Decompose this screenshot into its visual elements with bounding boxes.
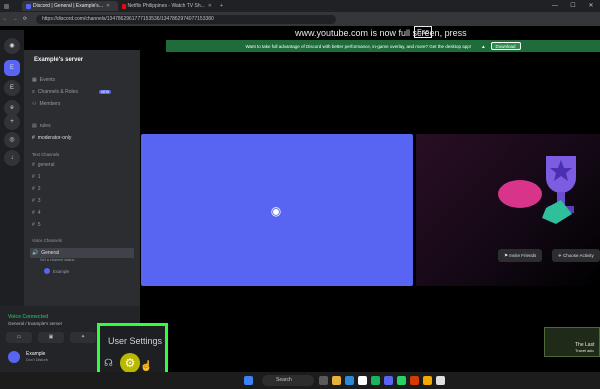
hash-icon: #: [32, 174, 35, 180]
app-icon[interactable]: [410, 376, 419, 385]
back-icon[interactable]: ←: [0, 16, 10, 22]
explore-icon[interactable]: ◎: [4, 132, 20, 148]
tab-controls[interactable]: [0, 1, 22, 11]
voice-user[interactable]: Example: [44, 268, 69, 274]
calendar-icon: ▦: [32, 77, 37, 83]
voice-channel-general[interactable]: 🔊 General: [30, 248, 134, 258]
tab-label: Discord | General | Example's...: [33, 3, 103, 9]
task-view-icon[interactable]: [319, 376, 328, 385]
url-field[interactable]: https://discord.com/channels/13478629617…: [36, 14, 336, 24]
hash-icon: #: [32, 162, 35, 168]
window-controls: — ☐ ✕: [546, 0, 600, 12]
tab-label: Netflix Philippines - Watch TV Sh...: [127, 3, 205, 9]
sidebar-item-events[interactable]: ▦ Events: [32, 77, 55, 83]
text-channels-category[interactable]: Text Channels: [32, 152, 59, 157]
chrome-icon[interactable]: [358, 376, 367, 385]
hash-icon: #: [32, 186, 35, 192]
file-explorer-icon[interactable]: [332, 376, 341, 385]
server-name[interactable]: Example's server: [34, 57, 83, 63]
activity-icon[interactable]: ✦: [70, 332, 96, 343]
sidebar-item-channels-roles[interactable]: ≡ Channels & Roles NEW: [32, 89, 112, 95]
members-icon: ⚇: [32, 101, 37, 107]
discord-favicon-icon: [26, 3, 31, 9]
channel-rules[interactable]: ▤ rules: [32, 123, 51, 129]
tab-netflix[interactable]: Netflix Philippines - Watch TV Sh... ✕: [118, 1, 216, 11]
list-icon: ≡: [32, 89, 35, 95]
channel-4[interactable]: #4: [32, 210, 41, 216]
server-icon-active[interactable]: E: [4, 60, 20, 76]
discord-logo-icon: ◉: [270, 204, 282, 218]
minimize-icon[interactable]: —: [546, 0, 564, 12]
hand-cursor-icon: ☝: [140, 361, 153, 372]
channel-3[interactable]: #3: [32, 198, 41, 204]
speaker-icon: 🔊: [32, 250, 39, 256]
avatar: [44, 268, 50, 274]
edge-icon[interactable]: [345, 376, 354, 385]
app-icon[interactable]: [436, 376, 445, 385]
voice-connected-status: Voice Connected: [8, 314, 49, 320]
browser-tab-bar: Discord | General | Example's... ✕ Netfl…: [0, 0, 600, 12]
reload-icon[interactable]: ⟳: [20, 16, 30, 22]
whatsapp-icon[interactable]: [397, 376, 406, 385]
activity-panel: [416, 134, 600, 286]
channel-5[interactable]: #5: [32, 222, 41, 228]
channel-1[interactable]: #1: [32, 174, 41, 180]
voice-location[interactable]: General / Example's server: [8, 321, 62, 326]
channel-general[interactable]: # general: [32, 162, 54, 168]
camera-icon[interactable]: ▭: [6, 332, 32, 343]
download-apps-icon[interactable]: ↓: [4, 150, 20, 166]
new-tab-button[interactable]: +: [216, 1, 227, 11]
netflix-favicon-icon: [122, 3, 126, 9]
invite-friends-button[interactable]: ⚑ Invite Friends: [498, 249, 543, 262]
notice-text: Want to take full advantage of Discord w…: [245, 43, 472, 49]
avatar[interactable]: [8, 351, 20, 363]
voice-channels-category[interactable]: Voice Channels: [32, 238, 62, 243]
rules-icon: ▤: [32, 123, 37, 129]
close-tab-icon[interactable]: ✕: [106, 3, 110, 9]
headphones-icon[interactable]: ☊: [104, 358, 113, 369]
server-icon[interactable]: E: [4, 80, 20, 96]
gear-icon[interactable]: ⚙: [120, 353, 140, 373]
choose-activity-button[interactable]: ✈ Choose Activity: [552, 249, 600, 262]
forward-icon[interactable]: →: [10, 16, 20, 22]
hash-icon: #: [32, 135, 35, 141]
tab-discord[interactable]: Discord | General | Example's... ✕: [22, 1, 118, 11]
trophy-illustration-icon: [498, 156, 576, 224]
app-icon[interactable]: [423, 376, 432, 385]
close-icon[interactable]: ✕: [582, 0, 600, 12]
start-icon[interactable]: [244, 376, 253, 385]
download-button[interactable]: Download: [490, 42, 521, 50]
game-mini-card[interactable]: The Last Travel ado: [544, 327, 600, 357]
android-icon: ▲: [481, 43, 486, 49]
username[interactable]: Example: [26, 351, 45, 357]
game-subtitle: Travel ado: [575, 348, 594, 353]
hash-icon: #: [32, 222, 35, 228]
esc-key-badge: Esc: [414, 26, 432, 38]
hash-icon: #: [32, 210, 35, 216]
user-status: Don't Disturb: [26, 358, 48, 362]
home-icon[interactable]: ◉: [4, 38, 20, 54]
channel-2[interactable]: #2: [32, 186, 41, 192]
sidebar-item-members[interactable]: ⚇ Members: [32, 101, 60, 107]
user-settings-tooltip: User Settings: [108, 336, 163, 346]
store-icon[interactable]: [371, 376, 380, 385]
new-badge: NEW: [98, 90, 112, 94]
desktop-app-notice: Want to take full advantage of Discord w…: [166, 40, 600, 52]
close-tab-icon[interactable]: ✕: [208, 3, 212, 9]
taskbar-search[interactable]: Search: [262, 375, 314, 386]
fullscreen-notice: www.youtube.com is now full screen, pres…: [295, 28, 467, 38]
maximize-icon[interactable]: ☐: [564, 0, 582, 12]
channel-moderator-only[interactable]: # moderator-only: [32, 135, 71, 141]
add-server-icon[interactable]: +: [4, 114, 20, 130]
discord-taskbar-icon[interactable]: [384, 376, 393, 385]
hash-icon: #: [32, 198, 35, 204]
screenshare-icon[interactable]: ▣: [38, 332, 64, 343]
voice-status-hint[interactable]: Set a channel status: [40, 258, 74, 262]
address-bar: ← → ⟳ https://discord.com/channels/13478…: [0, 12, 600, 26]
